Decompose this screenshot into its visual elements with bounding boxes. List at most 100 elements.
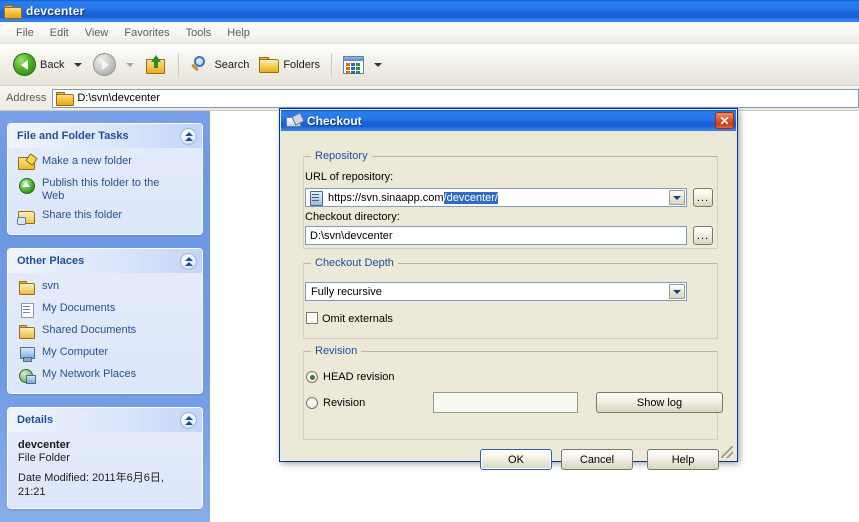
sidebar-item-label: My Documents — [42, 302, 115, 315]
checkout-directory-input[interactable]: D:\svn\devcenter — [305, 226, 687, 245]
panel-file-and-folder-tasks: File and Folder Tasks Make a new folder … — [7, 123, 203, 235]
chevron-down-icon[interactable] — [669, 284, 685, 299]
folder-icon — [18, 280, 36, 296]
close-icon[interactable]: ✕ — [715, 112, 734, 129]
chevron-down-icon[interactable] — [669, 190, 685, 205]
sidebar-item-label: Make a new folder — [42, 155, 132, 168]
head-revision-label: HEAD revision — [323, 371, 395, 383]
new-folder-icon — [18, 155, 36, 171]
repository-icon — [310, 191, 323, 205]
documents-icon — [18, 302, 36, 318]
panel-body: svn My Documents Shared Documents My Com… — [8, 273, 202, 393]
repository-url-selection: /devcenter/ — [444, 192, 498, 204]
revision-number-input[interactable] — [433, 392, 578, 413]
forward-dropdown-icon[interactable] — [126, 63, 134, 67]
views-dropdown-icon[interactable] — [374, 63, 382, 67]
panel-title: File and Folder Tasks — [17, 130, 129, 142]
repository-url-browse-button[interactable]: ... — [693, 188, 713, 207]
folder-icon — [4, 4, 21, 19]
chevron-up-icon[interactable] — [180, 412, 197, 429]
checkout-depth-select[interactable]: Fully recursive — [305, 282, 687, 301]
sidebar-item-label: Share this folder — [42, 209, 122, 222]
publish-web-icon — [18, 177, 36, 193]
views-icon — [343, 56, 364, 74]
cancel-button[interactable]: Cancel — [561, 449, 633, 470]
sidebar-item-label: Publish this folder to the Web — [42, 177, 182, 203]
panel-header[interactable]: File and Folder Tasks — [8, 124, 202, 148]
dialog-title-bar: Checkout — [281, 110, 736, 131]
checkout-depth-group-label: Checkout Depth — [311, 257, 398, 269]
forward-button[interactable] — [88, 48, 121, 82]
window-title-bar: devcenter — [0, 0, 859, 22]
menu-item-view[interactable]: View — [77, 25, 117, 41]
head-revision-radio[interactable] — [306, 371, 318, 383]
panel-other-places: Other Places svn My Documents Shared Doc… — [7, 248, 203, 394]
url-of-repository-label: URL of repository: — [305, 171, 393, 183]
sidebar: File and Folder Tasks Make a new folder … — [0, 111, 210, 522]
repository-url-combobox[interactable]: https://svn.sinaapp.com/devcenter/ — [305, 188, 687, 207]
sidebar-item-label: My Computer — [42, 346, 108, 359]
sidebar-item-make-new-folder[interactable]: Make a new folder — [18, 155, 194, 171]
omit-externals-label: Omit externals — [322, 313, 393, 325]
panel-body: devcenter File Folder Date Modified: 201… — [8, 432, 202, 508]
window-title: devcenter — [26, 4, 85, 18]
chevron-up-icon[interactable] — [180, 128, 197, 145]
menu-item-favorites[interactable]: Favorites — [116, 25, 177, 41]
sidebar-item-my-computer[interactable]: My Computer — [18, 346, 194, 362]
menu-item-tools[interactable]: Tools — [178, 25, 220, 41]
checkout-dialog: Checkout ✕ Repository URL of repository:… — [279, 108, 738, 462]
address-input[interactable]: D:\svn\devcenter — [52, 89, 859, 108]
up-one-level-icon — [145, 55, 167, 75]
repository-group-label: Repository — [311, 150, 372, 162]
omit-externals-checkbox[interactable] — [306, 312, 318, 324]
sidebar-item-shared-documents[interactable]: Shared Documents — [18, 324, 194, 340]
sidebar-item-label: My Network Places — [42, 368, 136, 381]
network-icon — [18, 368, 36, 384]
show-log-button[interactable]: Show log — [596, 392, 723, 413]
checkout-directory-browse-button[interactable]: ... — [693, 226, 713, 245]
revision-label: Revision — [323, 397, 365, 409]
checkout-depth-value: Fully recursive — [311, 286, 382, 298]
menu-item-file[interactable]: File — [8, 25, 42, 41]
repository-url-value: https://svn.sinaapp.com/devcenter/ — [328, 192, 498, 204]
resize-grip[interactable] — [721, 446, 733, 458]
folder-icon — [18, 324, 36, 340]
panel-details: Details devcenter File Folder Date Modif… — [7, 407, 203, 509]
computer-icon — [18, 346, 36, 362]
sidebar-item-publish-to-web[interactable]: Publish this folder to the Web — [18, 177, 194, 203]
sidebar-item-share-folder[interactable]: Share this folder — [18, 209, 194, 225]
panel-body: Make a new folder Publish this folder to… — [8, 148, 202, 234]
chevron-up-icon[interactable] — [180, 253, 197, 270]
dialog-title: Checkout — [307, 114, 362, 128]
views-button[interactable] — [338, 48, 369, 82]
folder-icon — [259, 56, 279, 73]
folder-icon — [56, 91, 73, 105]
panel-header[interactable]: Details — [8, 408, 202, 432]
details-file-type: File Folder — [18, 452, 194, 464]
ok-button[interactable]: OK — [480, 449, 552, 470]
sidebar-item-svn[interactable]: svn — [18, 280, 194, 296]
details-file-name: devcenter — [18, 439, 194, 451]
back-dropdown-icon[interactable] — [74, 63, 82, 67]
checkout-directory-label: Checkout directory: — [305, 211, 400, 223]
dialog-body: Repository URL of repository: https://sv… — [281, 132, 736, 460]
sidebar-item-my-documents[interactable]: My Documents — [18, 302, 194, 318]
menu-bar: File Edit View Favorites Tools Help — [0, 22, 859, 44]
sidebar-item-my-network-places[interactable]: My Network Places — [18, 368, 194, 384]
revision-radio[interactable] — [306, 397, 318, 409]
up-one-level-button[interactable] — [140, 48, 172, 82]
forward-arrow-icon — [93, 53, 116, 76]
back-button[interactable]: Back — [8, 48, 69, 82]
panel-title: Other Places — [17, 255, 84, 267]
sidebar-item-label: svn — [42, 280, 59, 293]
search-button[interactable]: Search — [185, 48, 254, 82]
menu-item-help[interactable]: Help — [219, 25, 258, 41]
back-arrow-icon — [13, 53, 36, 76]
menu-item-edit[interactable]: Edit — [42, 25, 77, 41]
help-button[interactable]: Help — [647, 449, 719, 470]
screen: devcenter File Edit View Favorites Tools… — [0, 0, 859, 522]
panel-header[interactable]: Other Places — [8, 249, 202, 273]
toolbar: Back Search Folders — [0, 44, 859, 86]
sidebar-item-label: Shared Documents — [42, 324, 136, 337]
folders-button[interactable]: Folders — [254, 48, 325, 82]
